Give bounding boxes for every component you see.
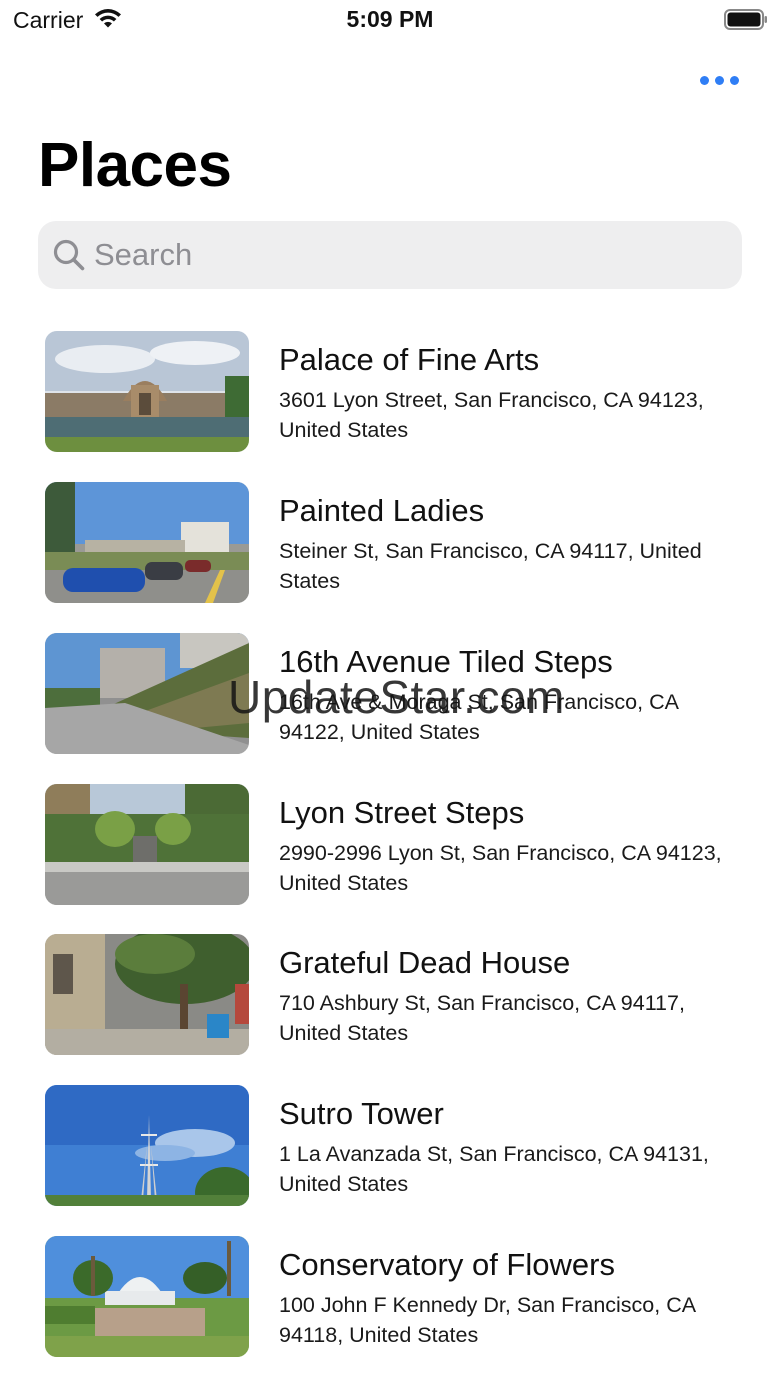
- search-bar[interactable]: [38, 221, 742, 289]
- place-name: Painted Ladies: [279, 493, 485, 528]
- list-item[interactable]: Sutro Tower 1 La Avanzada St, San Franci…: [0, 1085, 780, 1207]
- place-address: 3601 Lyon Street, San Francisco, CA 9412…: [279, 388, 704, 442]
- place-name: Grateful Dead House: [279, 945, 571, 980]
- list-item[interactable]: 16th Avenue Tiled Steps 16th Ave & Morag…: [0, 633, 780, 755]
- place-thumbnail: [45, 482, 249, 603]
- place-address: 2990-2996 Lyon St, San Francisco, CA 941…: [279, 841, 722, 895]
- place-address: 710 Ashbury St, San Francisco, CA 94117,…: [279, 991, 685, 1045]
- place-name: Conservatory of Flowers: [279, 1247, 615, 1282]
- ellipsis-icon: [699, 75, 709, 85]
- search-icon: [53, 239, 85, 271]
- place-thumbnail: [45, 331, 249, 452]
- battery-icon: [724, 9, 767, 30]
- place-thumbnail: [45, 784, 249, 905]
- place-thumbnail: [45, 1236, 249, 1357]
- list-item[interactable]: Grateful Dead House 710 Ashbury St, San …: [0, 934, 780, 1056]
- list-item[interactable]: Palace of Fine Arts 3601 Lyon Street, Sa…: [0, 331, 780, 453]
- place-address: 100 John F Kennedy Dr, San Francisco, CA…: [279, 1293, 695, 1347]
- place-name: Lyon Street Steps: [279, 795, 525, 830]
- more-options-button[interactable]: [694, 66, 744, 94]
- search-input[interactable]: [94, 229, 714, 281]
- place-name: Palace of Fine Arts: [279, 342, 540, 377]
- places-screen: Carrier 5:09 PM Places Search Palace of …: [0, 0, 780, 1387]
- status-time: 5:09 PM: [346, 6, 434, 32]
- place-thumbnail: [45, 633, 249, 754]
- place-address: Steiner St, San Francisco, CA 94117, Uni…: [279, 539, 702, 593]
- place-address: 1 La Avanzada St, San Francisco, CA 9413…: [279, 1142, 709, 1196]
- place-address: 16th Ave & Moraga St, San Francisco, CA …: [279, 690, 678, 744]
- list-item[interactable]: Lyon Street Steps 2990-2996 Lyon St, San…: [0, 784, 780, 906]
- ellipsis-icon: [729, 75, 739, 85]
- place-thumbnail: [45, 1085, 249, 1206]
- list-item[interactable]: Painted Ladies Steiner St, San Francisco…: [0, 482, 780, 604]
- page-title: Places: [38, 131, 232, 200]
- ellipsis-icon: [714, 75, 724, 85]
- place-name: 16th Avenue Tiled Steps: [279, 644, 613, 679]
- place-thumbnail: [45, 934, 249, 1055]
- place-name: Sutro Tower: [279, 1096, 444, 1131]
- list-item[interactable]: Conservatory of Flowers 100 John F Kenne…: [0, 1236, 780, 1358]
- status-bar: Carrier 5:09 PM: [0, 0, 780, 40]
